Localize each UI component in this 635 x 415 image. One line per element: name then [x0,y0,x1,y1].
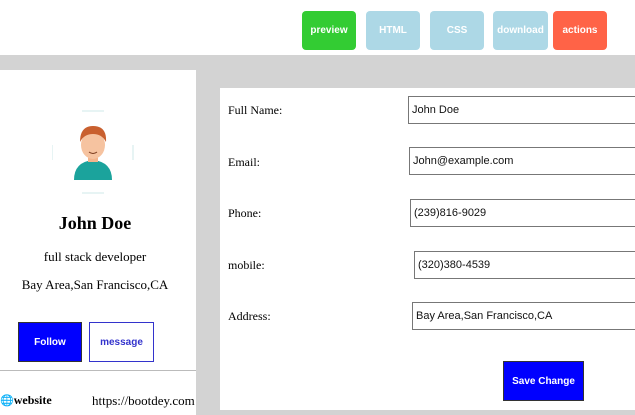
phone-label: Phone: [228,206,262,220]
mobile-label: mobile: [228,258,265,272]
download-button[interactable]: download [493,11,548,50]
css-button[interactable]: CSS [430,11,484,50]
message-button[interactable]: message [89,322,154,362]
profile-role: full stack developer [43,249,147,264]
address-input[interactable]: Bay Area,San Francisco,CA [412,302,635,330]
email-input[interactable]: John@example.com [409,147,635,175]
profile-form: Full Name: John Doe Email: John@example.… [220,88,635,410]
save-change-button[interactable]: Save Change [503,361,584,401]
email-label: Email: [228,155,260,169]
avatar [51,110,134,194]
profile-card: John Doe full stack developer Bay Area,S… [0,70,196,415]
mobile-input[interactable]: (320)380-4539 [414,251,635,279]
profile-name: John Doe [58,213,132,233]
website-label: 🌐 website [0,393,52,408]
divider [0,370,196,371]
follow-button[interactable]: Follow [18,322,82,362]
html-button[interactable]: HTML [366,11,420,50]
full-name-input[interactable]: John Doe [408,96,635,124]
globe-icon: 🌐 [0,395,14,407]
profile-location: Bay Area,San Francisco,CA [21,277,169,292]
full-name-label: Full Name: [228,103,283,117]
preview-button[interactable]: preview [302,11,356,50]
actions-button[interactable]: actions [553,11,607,50]
phone-input[interactable]: (239)816-9029 [410,199,635,227]
website-text: website [13,393,52,407]
address-label: Address: [228,309,271,323]
website-link[interactable]: https://bootdey.com [92,393,195,409]
